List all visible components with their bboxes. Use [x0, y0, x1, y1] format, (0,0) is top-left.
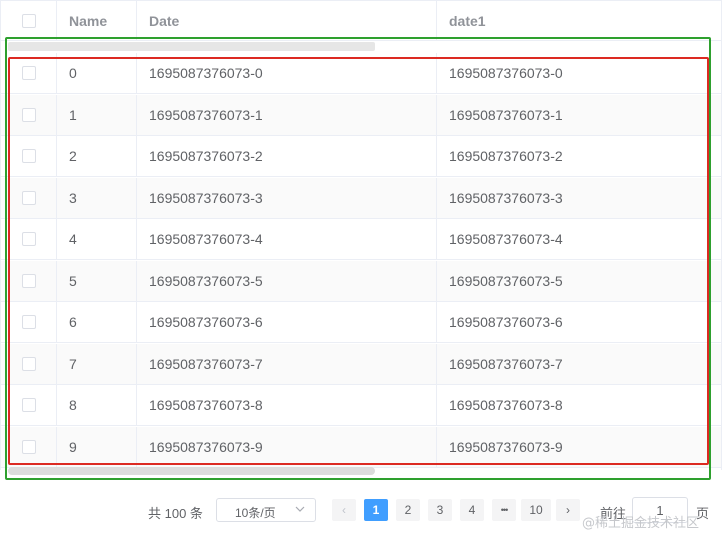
- row-checkbox[interactable]: [21, 356, 36, 371]
- cell-name: 5: [57, 260, 137, 301]
- cell-name: 8: [57, 385, 137, 425]
- table-row[interactable]: 5 1695087376073-5 1695087376073-5: [1, 260, 721, 302]
- page-button-2[interactable]: 2: [396, 499, 420, 521]
- cell-date: 1695087376073-3: [137, 177, 437, 218]
- row-checkbox-cell: [1, 94, 57, 135]
- row-checkbox-cell: [1, 219, 57, 259]
- table-row[interactable]: 0 1695087376073-0 1695087376073-0: [1, 53, 721, 94]
- cell-date1: 1695087376073-9: [449, 438, 563, 455]
- cell-name: 1: [57, 94, 137, 135]
- page-button-10[interactable]: 10: [521, 499, 551, 521]
- cell-date: 1695087376073-4: [137, 219, 437, 259]
- cell-date: 1695087376073-8: [137, 385, 437, 425]
- row-checkbox-cell: [1, 260, 57, 301]
- cell-date: 1695087376073-9: [137, 426, 437, 467]
- more-pages-button[interactable]: •••: [492, 499, 516, 521]
- cell-date1: 1695087376073-3: [449, 189, 563, 206]
- table-row[interactable]: 8 1695087376073-8 1695087376073-8: [1, 385, 721, 426]
- next-page-button[interactable]: ›: [556, 499, 580, 521]
- cell-date1: 1695087376073-0: [449, 65, 563, 81]
- table-row[interactable]: 7 1695087376073-7 1695087376073-7: [1, 343, 721, 385]
- cell-name: 4: [57, 219, 137, 259]
- cell-name: 3: [57, 177, 137, 218]
- row-checkbox[interactable]: [21, 398, 36, 412]
- row-checkbox[interactable]: [21, 66, 36, 80]
- chevron-left-icon: ‹: [342, 503, 346, 517]
- column-header-date[interactable]: Date: [137, 1, 437, 40]
- cell-date: 1695087376073-5: [137, 260, 437, 301]
- select-all-checkbox[interactable]: [21, 13, 36, 28]
- row-checkbox[interactable]: [21, 232, 36, 246]
- table-row[interactable]: 9 1695087376073-9 1695087376073-9: [1, 426, 721, 468]
- cell-date1: 1695087376073-5: [449, 272, 563, 289]
- row-checkbox-cell: [1, 385, 57, 425]
- cell-name: 7: [57, 343, 137, 384]
- row-checkbox[interactable]: [21, 107, 36, 122]
- table-row[interactable]: 1 1695087376073-1 1695087376073-1: [1, 94, 721, 136]
- chevron-down-icon: [295, 506, 305, 512]
- row-checkbox-cell: [1, 136, 57, 176]
- cell-date: 1695087376073-6: [137, 302, 437, 342]
- cell-date: 1695087376073-1: [137, 94, 437, 135]
- page-button-4[interactable]: 4: [460, 499, 484, 521]
- cell-date1: 1695087376073-2: [449, 148, 563, 164]
- table-row[interactable]: 4 1695087376073-4 1695087376073-4: [1, 219, 721, 260]
- loading-placeholder-bar: [8, 42, 375, 51]
- header-checkbox-cell: [1, 1, 57, 40]
- data-table: Name Date date1 0 1695087376073-0 16950873…: [0, 0, 722, 470]
- horizontal-scrollbar[interactable]: [8, 467, 375, 475]
- row-checkbox[interactable]: [21, 149, 36, 163]
- cell-date: 1695087376073-2: [137, 136, 437, 176]
- row-checkbox[interactable]: [21, 273, 36, 288]
- cell-date1: 1695087376073-7: [449, 355, 563, 372]
- row-checkbox[interactable]: [21, 315, 36, 329]
- table-header-row: Name Date date1: [1, 1, 721, 41]
- cell-date1: 1695087376073-1: [449, 106, 563, 123]
- table-row[interactable]: 6 1695087376073-6 1695087376073-6: [1, 302, 721, 343]
- page-size-value: 10条/页: [235, 506, 276, 520]
- chevron-right-icon: ›: [566, 503, 570, 517]
- cell-name: 0: [57, 53, 137, 93]
- row-checkbox-cell: [1, 343, 57, 384]
- row-checkbox-cell: [1, 302, 57, 342]
- cell-name: 2: [57, 136, 137, 176]
- page-button-1[interactable]: 1: [364, 499, 388, 521]
- watermark-text: @稀土掘金技术社区: [582, 516, 700, 531]
- cell-date: 1695087376073-0: [137, 53, 437, 93]
- row-checkbox[interactable]: [21, 190, 36, 205]
- cell-name: 6: [57, 302, 137, 342]
- table-row[interactable]: 3 1695087376073-3 1695087376073-3: [1, 177, 721, 219]
- row-checkbox-cell: [1, 177, 57, 218]
- row-checkbox-cell: [1, 53, 57, 93]
- prev-page-button[interactable]: ‹: [332, 499, 356, 521]
- table-row[interactable]: 2 1695087376073-2 1695087376073-2: [1, 136, 721, 177]
- pagination-total: 共 100 条: [148, 506, 203, 521]
- cell-date1: 1695087376073-4: [449, 231, 563, 247]
- column-header-date1[interactable]: date1: [437, 1, 721, 40]
- page-size-select[interactable]: 10条/页: [216, 498, 316, 522]
- cell-name: 9: [57, 426, 137, 467]
- row-checkbox-cell: [1, 426, 57, 467]
- row-checkbox[interactable]: [21, 439, 36, 454]
- cell-date: 1695087376073-7: [137, 343, 437, 384]
- column-header-name[interactable]: Name: [57, 1, 137, 40]
- page-button-3[interactable]: 3: [428, 499, 452, 521]
- cell-date1: 1695087376073-8: [449, 397, 563, 413]
- cell-date1: 1695087376073-6: [449, 314, 563, 330]
